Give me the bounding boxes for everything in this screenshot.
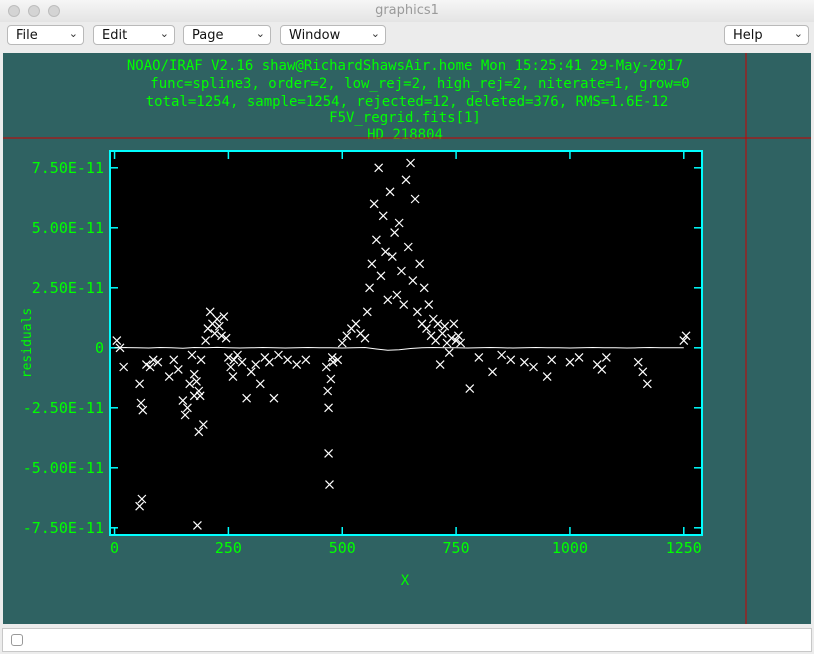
page-menu-label: Page xyxy=(192,28,224,43)
y-axis-label: residuals xyxy=(20,308,35,378)
header-line-5: HD 218804 xyxy=(367,127,443,143)
y-tick-label: 7.50E-11 xyxy=(32,159,104,177)
file-menu[interactable]: File ⌄ xyxy=(7,25,84,45)
header-line-1: NOAO/IRAF V2.16 shaw@RichardShawsAir.hom… xyxy=(127,58,683,74)
header-line-4: F5V_regrid.fits[1] xyxy=(329,110,481,126)
help-menu[interactable]: Help ⌄ xyxy=(724,25,809,45)
status-bar xyxy=(2,628,812,652)
chevron-down-icon: ⌄ xyxy=(793,27,803,40)
y-tick-label: 5.00E-11 xyxy=(32,219,104,237)
checkbox[interactable] xyxy=(11,634,23,646)
y-tick-label: -5.00E-11 xyxy=(23,459,104,477)
y-tick-label: -2.50E-11 xyxy=(23,399,104,417)
y-tick-label: 0 xyxy=(95,339,104,357)
chevron-down-icon: ⌄ xyxy=(159,27,169,40)
menubar: File ⌄ Edit ⌄ Page ⌄ Window ⌄ Help ⌄ xyxy=(0,22,814,50)
help-menu-label: Help xyxy=(733,28,763,43)
x-tick-label: 750 xyxy=(443,539,470,557)
y-tick-label: -7.50E-11 xyxy=(23,519,104,537)
page-menu[interactable]: Page ⌄ xyxy=(183,25,271,45)
window-menu[interactable]: Window ⌄ xyxy=(280,25,386,45)
file-menu-label: File xyxy=(16,28,38,43)
x-tick-label: 250 xyxy=(215,539,242,557)
window-menu-label: Window xyxy=(289,28,341,43)
chevron-down-icon: ⌄ xyxy=(370,27,380,40)
chevron-down-icon: ⌄ xyxy=(255,27,265,40)
x-tick-label: 1000 xyxy=(552,539,588,557)
chevron-down-icon: ⌄ xyxy=(68,27,78,40)
x-tick-label: 1250 xyxy=(666,539,702,557)
edit-menu-label: Edit xyxy=(102,28,128,43)
graphics-canvas[interactable]: NOAO/IRAF V2.16 shaw@RichardShawsAir.hom… xyxy=(3,53,811,624)
window-title: graphics1 xyxy=(375,3,439,18)
y-tick-label: 2.50E-11 xyxy=(32,279,104,297)
header-line-2: func=spline3, order=2, low_rej=2, high_r… xyxy=(150,76,689,92)
window-titlebar: graphics1 xyxy=(0,0,814,23)
header-line-3: total=1254, sample=1254, rejected=12, de… xyxy=(146,94,669,110)
x-axis-label: X xyxy=(401,573,410,589)
plot-area xyxy=(109,150,703,536)
x-tick-label: 500 xyxy=(329,539,356,557)
plot-header: NOAO/IRAF V2.16 shaw@RichardShawsAir.hom… xyxy=(127,58,690,143)
edit-menu[interactable]: Edit ⌄ xyxy=(93,25,175,45)
x-tick-label: 0 xyxy=(110,539,119,557)
